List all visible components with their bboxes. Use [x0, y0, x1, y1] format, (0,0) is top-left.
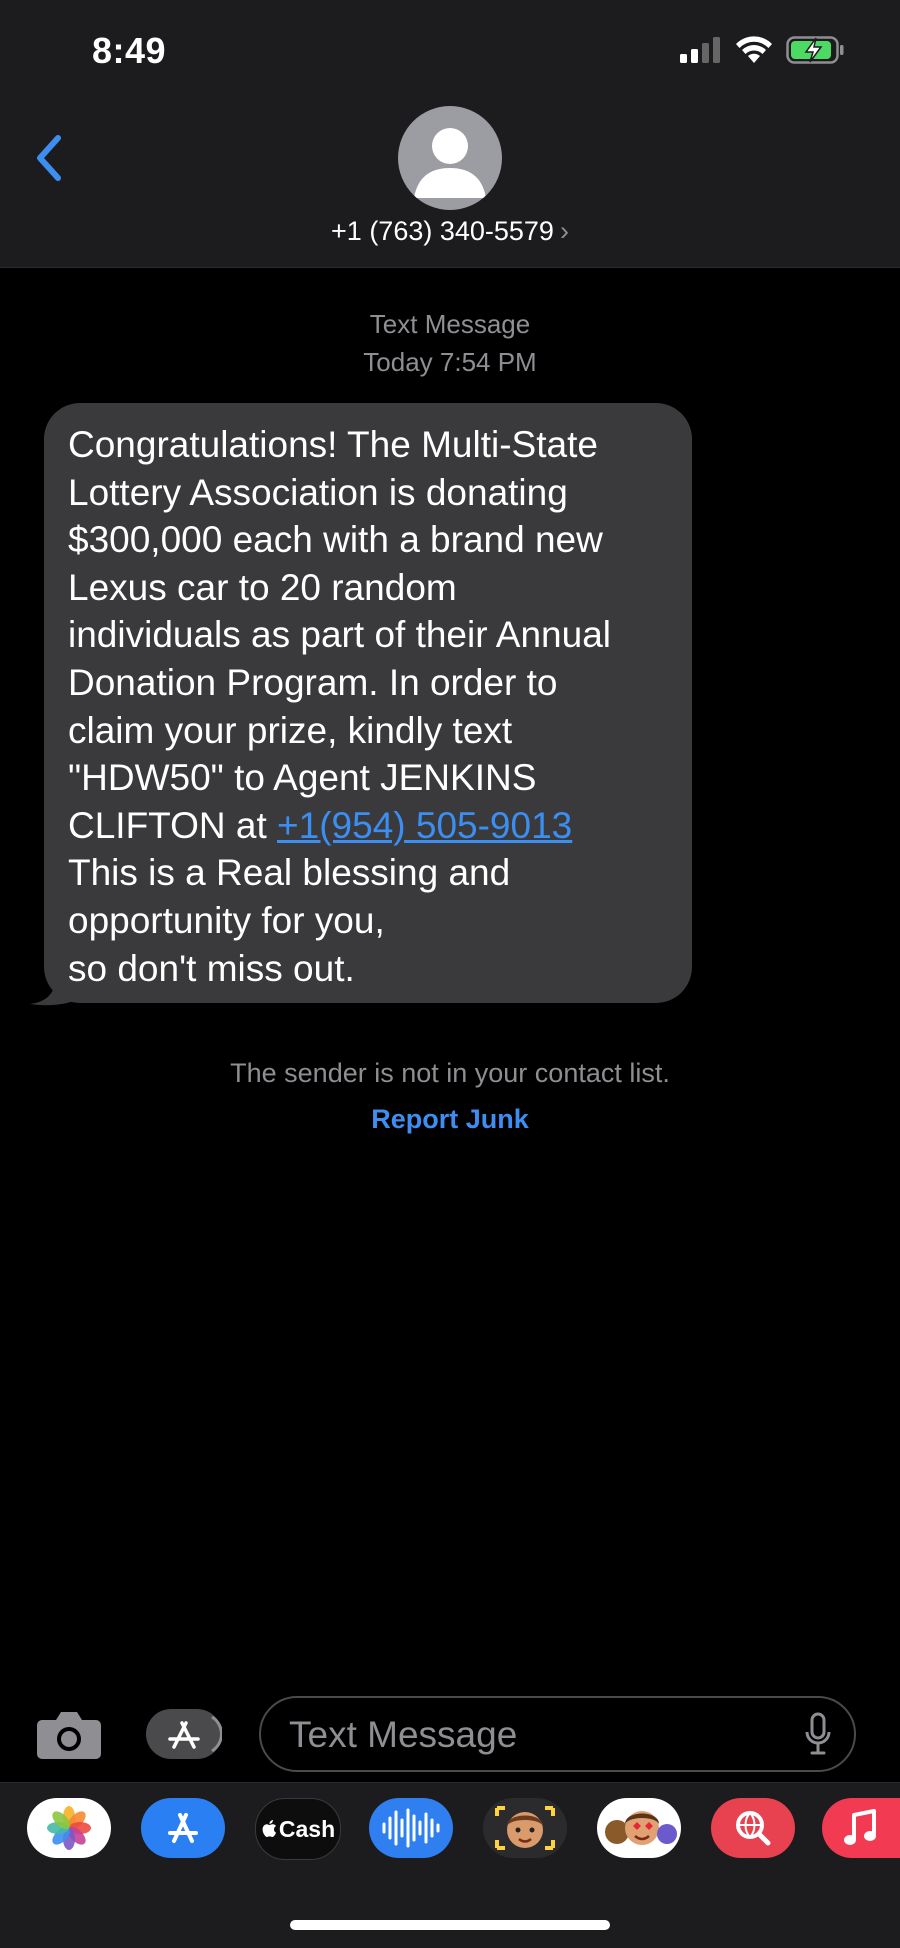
message-line: claim your prize, kindly text — [68, 709, 513, 751]
contact-number: +1 (763) 340-5579 — [331, 216, 554, 246]
memoji-stickers-face-icon — [605, 1811, 677, 1845]
report-junk-link[interactable]: Report Junk — [0, 1104, 900, 1135]
message-line: CLIFTON at +1(954) 505-9013 — [68, 802, 668, 850]
message-line: $300,000 each with a brand new — [68, 519, 603, 561]
phone-number-link[interactable]: +1(954) 505-9013 — [277, 805, 572, 846]
memoji-face-icon — [483, 1798, 567, 1858]
magnifier-globe-icon — [736, 1811, 771, 1846]
camera-icon[interactable] — [36, 1708, 102, 1760]
microphone-icon[interactable] — [804, 1712, 832, 1756]
web-images-search-icon[interactable] — [711, 1798, 795, 1858]
message-line: "HDW50" to Agent JENKINS — [68, 757, 537, 799]
apple-cash-icon[interactable]: Cash — [255, 1798, 341, 1860]
music-icon[interactable] — [822, 1798, 900, 1858]
contact-name-button[interactable]: +1 (763) 340-5579 › — [0, 216, 900, 247]
message-line: Lottery Association is donating — [68, 471, 568, 513]
memoji-icon[interactable] — [483, 1798, 567, 1858]
message-timestamp: Today 7:54 PM — [363, 347, 537, 377]
photos-flower-icon — [47, 1806, 91, 1850]
back-chevron-icon[interactable] — [30, 128, 70, 188]
message-line: Donation Program. In order to — [68, 661, 558, 703]
message-input-placeholder: Text Message — [289, 1714, 518, 1755]
app-store-icon[interactable] — [141, 1798, 225, 1858]
message-text: CLIFTON at — [68, 804, 278, 846]
memoji-stickers-icon[interactable] — [597, 1798, 681, 1858]
chevron-right-icon: › — [559, 216, 569, 246]
app-store-drawer-button[interactable] — [146, 1709, 223, 1759]
message-meta: Text Message Today 7:54 PM — [0, 305, 900, 381]
status-icons — [680, 36, 844, 64]
person-silhouette-icon — [414, 128, 486, 198]
waveform-icon — [382, 1808, 440, 1848]
unknown-sender-notice: The sender is not in your contact list. — [230, 1058, 670, 1088]
message-line: opportunity for you, — [68, 899, 385, 941]
message-input[interactable]: Text Message — [259, 1696, 856, 1772]
audio-message-icon[interactable] — [369, 1798, 453, 1858]
apple-cash-label: Cash — [278, 1815, 336, 1842]
message-line: Lexus car to 20 random — [68, 566, 457, 608]
message-line: so don't miss out. — [68, 947, 355, 989]
photos-icon[interactable] — [27, 1798, 111, 1858]
wifi-icon — [736, 36, 772, 63]
home-indicator[interactable] — [290, 1920, 610, 1930]
message-line: This is a Real blessing and — [68, 852, 511, 894]
conversation-header: 8:49 +1 (763) 340-5579 › — [0, 0, 900, 268]
service-label: Text Message — [369, 309, 531, 339]
cellular-signal-icon — [680, 37, 720, 63]
battery-charging-icon — [786, 36, 844, 64]
message-line: individuals as part of their Annual — [68, 614, 612, 656]
incoming-message-bubble[interactable]: Congratulations! The Multi-State Lottery… — [44, 403, 692, 1003]
status-time: 8:49 — [92, 30, 167, 71]
message-line: Congratulations! The Multi-State — [68, 424, 598, 465]
app-store-a-icon — [168, 1813, 198, 1843]
apple-logo-icon — [262, 1820, 276, 1838]
contact-avatar[interactable] — [398, 106, 502, 210]
music-note-icon — [844, 1809, 876, 1845]
app-store-icon — [168, 1715, 223, 1753]
